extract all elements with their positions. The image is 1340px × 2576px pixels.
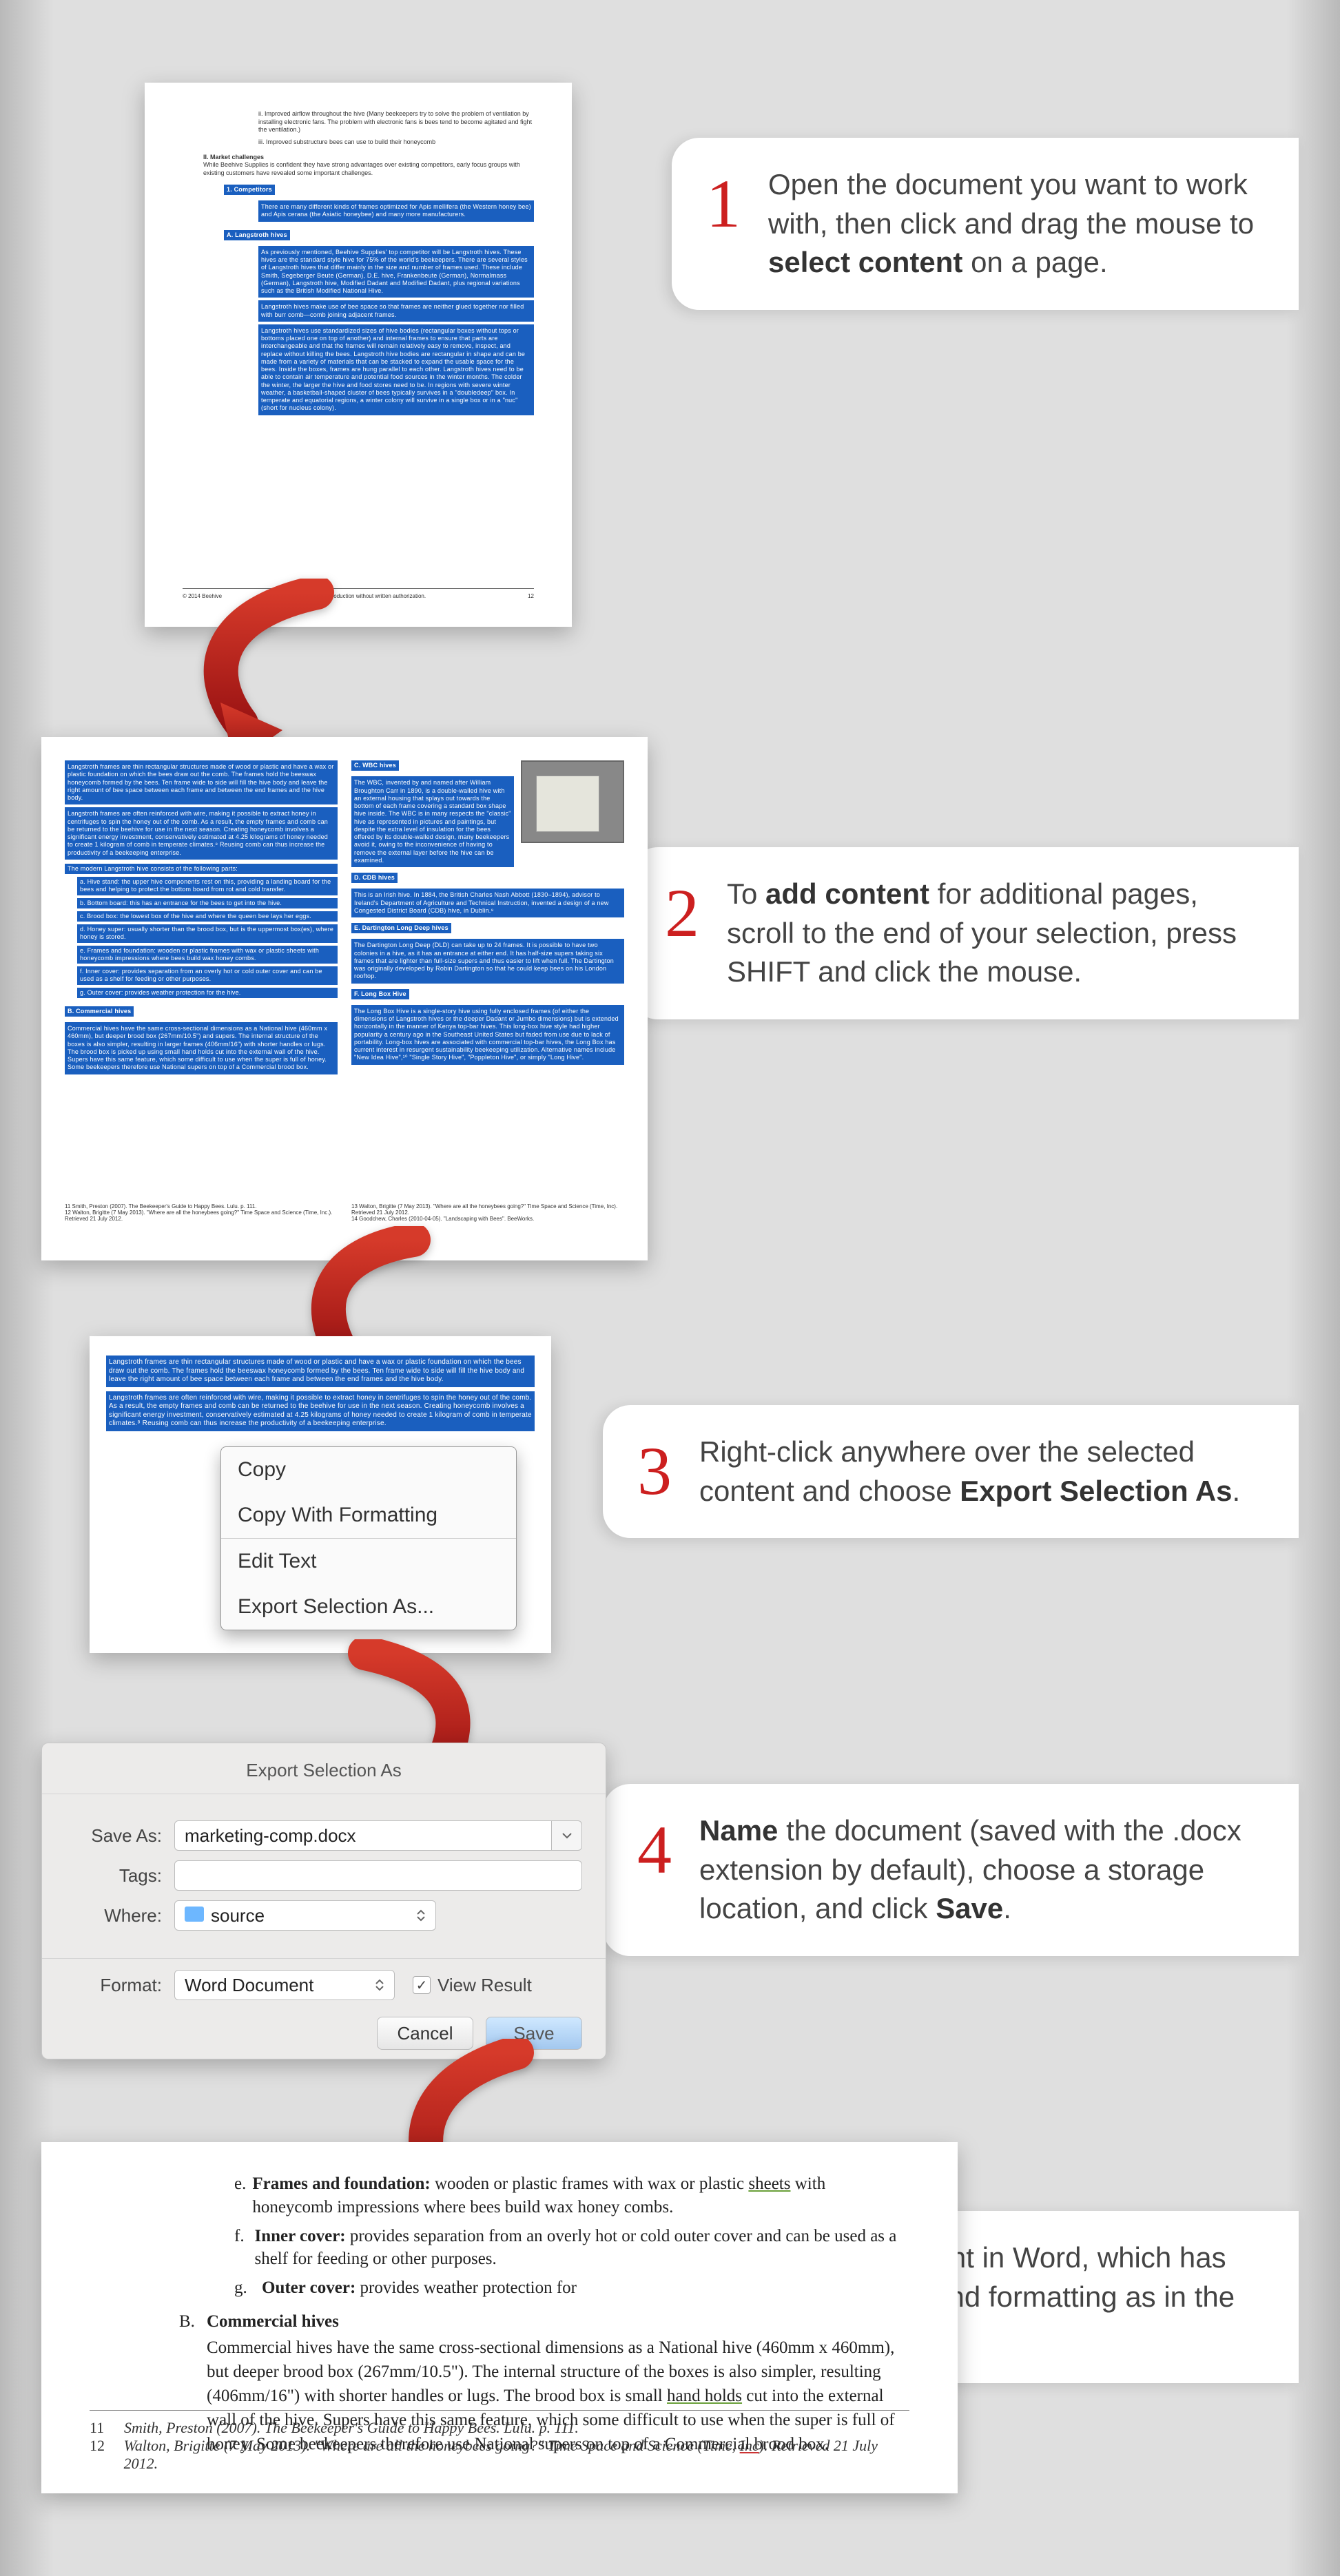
footnotes: 11Smith, Preston (2007). The Beekeeper's… (90, 2410, 909, 2473)
step-3-callout: 3 Right-click anywhere over the selected… (603, 1405, 1299, 1538)
word-document-step5: e.Frames and foundation: wooden or plast… (41, 2142, 958, 2493)
pdf-spread-step2: Langstroth frames are thin rectangular s… (41, 737, 648, 1260)
menu-export-selection[interactable]: Export Selection As... (221, 1584, 516, 1630)
menu-copy-formatting[interactable]: Copy With Formatting (221, 1493, 516, 1538)
tutorial-stage: 1 Open the document you want to work wit… (0, 41, 1340, 2493)
dialog-title: Export Selection As (42, 1743, 606, 1794)
context-menu-panel: Langstroth frames are thin rectangular s… (90, 1336, 551, 1653)
view-result-label: View Result (437, 1975, 532, 1996)
step-1-callout: 1 Open the document you want to work wit… (672, 138, 1299, 310)
menu-edit-text[interactable]: Edit Text (221, 1539, 516, 1584)
spread-right-page: C. WBC hives The WBC, invented by and na… (351, 758, 624, 1240)
step-2-callout: 2 To add content for additional pages, s… (630, 847, 1299, 1019)
where-label: Where: (65, 1905, 162, 1926)
step-text: Open the document you want to work with,… (768, 165, 1257, 282)
step-text: Name the document (saved with the .docx … (699, 1811, 1257, 1929)
view-result-checkbox[interactable]: ✓ (413, 1976, 431, 1994)
saveas-expand[interactable] (552, 1820, 582, 1851)
spread-left-page: Langstroth frames are thin rectangular s… (65, 758, 338, 1240)
saveas-label: Save As: (65, 1825, 162, 1847)
context-menu: Copy Copy With Formatting Edit Text Expo… (220, 1446, 517, 1630)
folder-icon (185, 1907, 204, 1922)
pdf-page-step1: ii. Improved airflow throughout the hive… (145, 83, 572, 627)
saveas-field[interactable]: marketing-comp.docx (174, 1820, 552, 1851)
step-4-callout: 4 Name the document (saved with the .doc… (603, 1784, 1299, 1956)
tags-field[interactable] (174, 1860, 582, 1891)
tags-label: Tags: (65, 1865, 162, 1887)
format-dropdown[interactable]: Word Document (174, 1970, 395, 2000)
menu-copy[interactable]: Copy (221, 1447, 516, 1493)
step-text: Right-click anywhere over the selected c… (699, 1433, 1257, 1510)
format-label: Format: (65, 1975, 162, 1996)
step-text: To add content for additional pages, scr… (727, 875, 1257, 992)
export-dialog: Export Selection As Save As: marketing-c… (41, 1743, 606, 2059)
where-dropdown[interactable]: source (174, 1900, 436, 1931)
step-number: 4 (637, 1803, 672, 1896)
beehive-photo (521, 760, 624, 843)
step-number: 2 (665, 866, 699, 959)
step-number: 1 (706, 157, 741, 250)
step-number: 3 (637, 1424, 672, 1517)
